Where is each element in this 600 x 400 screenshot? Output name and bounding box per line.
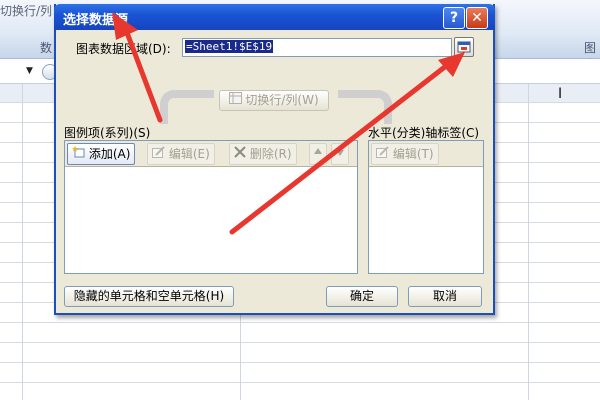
axis-toolbar: 编辑(T) <box>369 141 483 167</box>
close-icon[interactable]: ✕ <box>466 7 488 29</box>
move-up-icon[interactable] <box>309 143 327 165</box>
select-data-source-dialog: 选择数据源 ? ✕ 图表数据区域(D): =Sheet1!$E$19 切换行/列… <box>54 4 495 315</box>
switch-left-curve-icon <box>160 90 214 124</box>
switch-row-col-label: 切换行/列(W) <box>245 93 319 107</box>
collapse-dialog-icon[interactable] <box>454 37 474 57</box>
switch-row-col-icon <box>229 91 243 110</box>
edit-icon <box>376 146 393 161</box>
add-series-button[interactable]: 添加(A) <box>67 143 136 165</box>
help-icon[interactable]: ? <box>443 7 465 29</box>
grid-column-line <box>22 84 23 400</box>
edit-icon <box>152 146 169 161</box>
dialog-title: 选择数据源 <box>63 13 129 28</box>
ok-button[interactable]: 确定 <box>326 286 398 307</box>
edit-series-label: 编辑(E) <box>168 147 210 161</box>
namebox-dropdown-icon[interactable]: ▼ <box>26 66 33 76</box>
edit-axis-labels-label: 编辑(T) <box>392 147 434 161</box>
ribbon-switch-row-col-fragment: 切换行/列 <box>0 4 53 18</box>
chart-data-range-label: 图表数据区域(D): <box>76 42 171 56</box>
text-cursor-icon: I <box>558 86 563 102</box>
hidden-and-empty-cells-button[interactable]: 隐藏的单元格和空单元格(H) <box>64 286 234 307</box>
switch-right-curve-icon <box>338 90 392 124</box>
delete-series-button[interactable]: 删除(R) <box>229 143 297 165</box>
legend-series-list[interactable]: 添加(A) 编辑(E) 删除(R) <box>64 140 358 274</box>
switch-row-col-button[interactable]: 切换行/列(W) <box>219 90 329 111</box>
cancel-button[interactable]: 取消 <box>408 286 482 307</box>
grid-column-line <box>528 84 529 400</box>
edit-axis-labels-button[interactable]: 编辑(T) <box>371 143 439 165</box>
legend-series-label: 图例项(系列)(S) <box>64 126 151 140</box>
add-icon <box>72 146 89 161</box>
add-series-label: 添加(A) <box>88 147 131 161</box>
delete-series-label: 删除(R) <box>249 147 292 161</box>
move-down-icon[interactable] <box>331 143 349 165</box>
edit-series-button[interactable]: 编辑(E) <box>147 143 215 165</box>
chart-data-range-input[interactable]: =Sheet1!$E$19 <box>182 38 452 57</box>
dialog-title-bar[interactable]: 选择数据源 ? ✕ <box>54 4 495 30</box>
horizontal-axis-label: 水平(分类)轴标签(C) <box>368 126 480 140</box>
delete-icon <box>234 146 250 161</box>
axis-labels-list[interactable]: 编辑(T) <box>368 140 484 274</box>
chart-data-range-value: =Sheet1!$E$19 <box>185 40 274 53</box>
series-toolbar: 添加(A) 编辑(E) 删除(R) <box>65 141 357 167</box>
ribbon-group-label-left: 数 <box>40 41 53 55</box>
